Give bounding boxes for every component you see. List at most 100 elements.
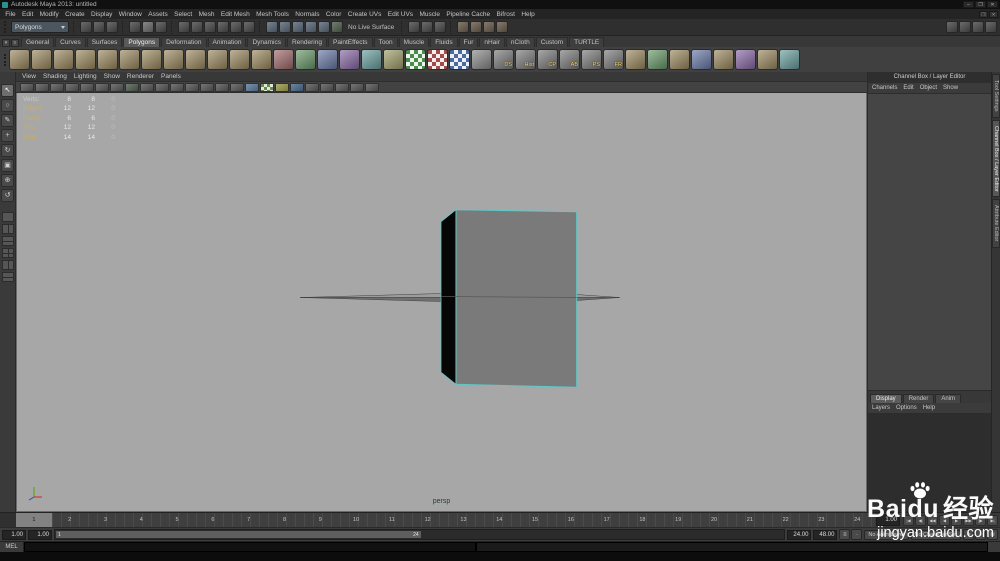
split-polygon-icon[interactable] (713, 49, 734, 70)
bevel-icon[interactable] (647, 49, 668, 70)
shelf-menu-icon[interactable]: ≡ (11, 39, 19, 47)
lock-camera-icon[interactable] (35, 82, 49, 92)
snap-to-grid-icon[interactable] (266, 21, 278, 33)
maximize-button[interactable]: ❐ (975, 1, 986, 8)
toggle-tool-settings-icon[interactable] (972, 21, 984, 33)
shaded-mode-icon[interactable] (245, 82, 259, 92)
channel-box-menu-item[interactable]: Edit (903, 85, 913, 91)
safe-action-icon[interactable] (200, 82, 214, 92)
frame-tick[interactable]: 20 (696, 513, 732, 527)
scale-tool[interactable]: ▣ (1, 159, 14, 172)
shelf-tab[interactable]: Toon (373, 37, 398, 47)
bridge-icon[interactable] (669, 49, 690, 70)
snap-to-point-icon[interactable] (292, 21, 304, 33)
move-tool[interactable]: + (1, 129, 14, 142)
poly-helix-icon[interactable] (207, 49, 228, 70)
poly-plane-top[interactable] (300, 293, 442, 298)
anim-layer-filter-icon[interactable]: ≡ (839, 529, 851, 540)
channel-box-menu-item[interactable]: Show (943, 85, 958, 91)
poly-plane-right-top[interactable] (576, 294, 620, 298)
grease-pencil-icon[interactable] (110, 82, 124, 92)
select-camera-icon[interactable] (20, 82, 34, 92)
frame-tick[interactable]: 3 (88, 513, 124, 527)
extract-icon[interactable] (317, 49, 338, 70)
shelf-tab[interactable]: nCloth (505, 37, 535, 47)
transfer-attributes-icon[interactable] (449, 49, 470, 70)
select-curves-mask-icon[interactable] (204, 21, 216, 33)
shelf-tab[interactable]: Deformation (161, 37, 207, 47)
close-scene-window-button[interactable]: ✕ (989, 10, 998, 18)
frame-tick[interactable]: 15 (517, 513, 553, 527)
frame-tick[interactable]: 18 (625, 513, 661, 527)
assign-blinn-icon[interactable]: AB (559, 49, 580, 70)
layer-editor-tab[interactable]: Render (902, 394, 935, 403)
input-to-selected-icon[interactable] (408, 21, 421, 33)
layout-single-pane[interactable] (1, 212, 14, 222)
poly-plane-underside[interactable] (300, 297, 442, 302)
wireframe-mode-icon[interactable] (230, 82, 244, 92)
frame-tick[interactable]: 17 (589, 513, 625, 527)
channel-box-body[interactable] (868, 94, 991, 390)
select-by-component-icon[interactable] (155, 21, 167, 33)
two-d-pan-zoom-icon[interactable] (95, 82, 109, 92)
shelf-tab[interactable]: Surfaces (86, 37, 123, 47)
menu-item[interactable]: Muscle (416, 11, 443, 18)
grid-toggle-icon[interactable] (125, 82, 139, 92)
viewport-canvas[interactable] (17, 93, 866, 511)
poly-torus-icon[interactable] (119, 49, 140, 70)
poly-cone-icon[interactable] (75, 49, 96, 70)
anim-layer-weight-icon[interactable]: ∙ (851, 529, 863, 540)
shelf-tab[interactable]: Animation (207, 37, 247, 47)
platonic-solid-icon[interactable] (251, 49, 272, 70)
drag-handle[interactable] (4, 21, 8, 33)
rotate-tool[interactable]: ↻ (1, 144, 14, 157)
ipr-render-icon[interactable] (483, 21, 496, 33)
poly-prism-icon[interactable] (141, 49, 162, 70)
output-from-selected-icon[interactable] (421, 21, 434, 33)
isolate-select-icon[interactable] (365, 82, 379, 92)
select-deformations-mask-icon[interactable] (230, 21, 242, 33)
drag-handle[interactable] (4, 53, 8, 66)
menu-item[interactable]: Edit UVs (385, 11, 417, 18)
restore-scene-window-button[interactable]: ❐ (979, 10, 988, 18)
select-by-hierarchy-icon[interactable] (129, 21, 141, 33)
poly-pipe-icon[interactable] (185, 49, 206, 70)
frame-tick[interactable]: 1 (16, 513, 52, 527)
menu-item[interactable]: Create (62, 11, 88, 18)
combine-icon[interactable] (273, 49, 294, 70)
new-scene-icon[interactable] (80, 21, 92, 33)
shelf-tab[interactable]: Fluids (430, 37, 458, 47)
extrude-icon[interactable] (625, 49, 646, 70)
layer-editor-menu-item[interactable]: Layers (872, 405, 890, 411)
safe-title-icon[interactable] (215, 82, 229, 92)
menu-item[interactable]: Mesh (195, 11, 217, 18)
select-handles-mask-icon[interactable] (178, 21, 190, 33)
freeze-transform-icon[interactable]: FR (603, 49, 624, 70)
average-vertices-icon[interactable] (427, 49, 448, 70)
minimize-button[interactable]: – (963, 1, 974, 8)
shelf-tab[interactable]: TURTLE (569, 37, 605, 47)
frame-tick[interactable]: 13 (446, 513, 482, 527)
toggle-attribute-editor-icon[interactable] (959, 21, 971, 33)
resolution-gate-icon[interactable] (155, 82, 169, 92)
menu-set-selector[interactable]: Polygons (11, 21, 69, 33)
save-scene-icon[interactable] (106, 21, 118, 33)
shelf-tab[interactable]: Polygons (123, 37, 161, 47)
frame-tick[interactable]: 23 (804, 513, 840, 527)
delete-history-icon[interactable]: Hist (515, 49, 536, 70)
poly-soccer-ball-icon[interactable] (229, 49, 250, 70)
paint-transfer-weights-icon[interactable] (471, 49, 492, 70)
select-rendering-mask-icon[interactable] (243, 21, 255, 33)
poly-cube-icon[interactable] (31, 49, 52, 70)
select-by-object-icon[interactable] (142, 21, 154, 33)
field-chart-icon[interactable] (185, 82, 199, 92)
frame-tick[interactable]: 16 (553, 513, 589, 527)
playback-end-field[interactable]: 24.00 (787, 529, 812, 540)
booleans-intersection-icon[interactable] (383, 49, 404, 70)
script-editor-icon[interactable] (988, 542, 1000, 552)
quad-draw-icon[interactable] (779, 49, 800, 70)
layer-editor-menu-item[interactable]: Help (923, 405, 935, 411)
shelf-tab[interactable]: PaintEffects (327, 37, 373, 47)
universal-manipulator-tool[interactable]: ⊕ (1, 174, 14, 187)
channel-box-menu-item[interactable]: Object (920, 85, 937, 91)
